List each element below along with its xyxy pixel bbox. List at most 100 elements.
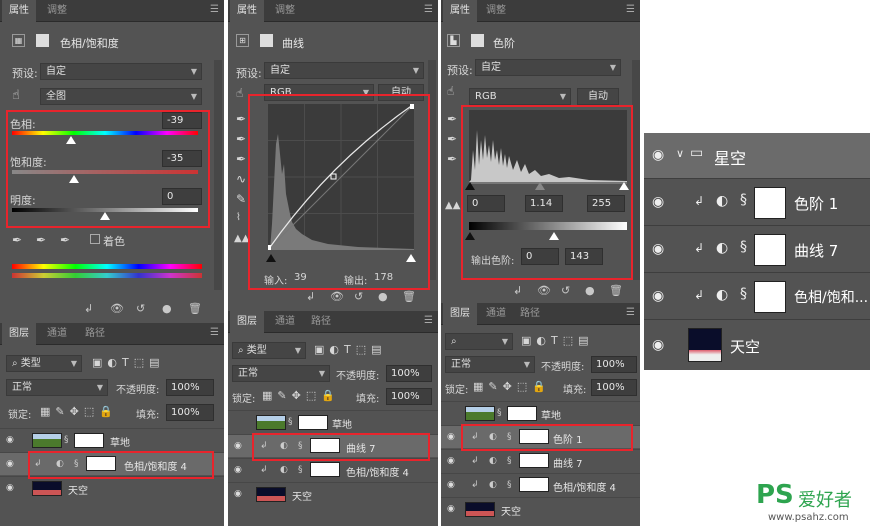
delete-icon[interactable]: 🗑 (402, 290, 416, 303)
delete-icon[interactable]: 🗑 (609, 284, 623, 297)
lock-icons[interactable]: ▦✎✥⬚🔒 (262, 389, 340, 402)
view-previous-icon[interactable]: 👁 (110, 302, 124, 315)
tab-channels[interactable]: 通道 (268, 311, 302, 333)
colorize-checkbox[interactable] (90, 234, 100, 244)
reset-icon[interactable]: ↺ (561, 284, 570, 297)
mask-icon[interactable] (36, 34, 49, 47)
link-icon[interactable]: § (298, 465, 303, 475)
tab-properties[interactable]: 属性 (230, 0, 264, 22)
tab-layers[interactable]: 图层 (443, 303, 477, 325)
layer-row-sky[interactable]: ◉ 天空 (0, 476, 224, 499)
fill-field[interactable]: 100% (166, 404, 214, 421)
layer-row-sky[interactable]: ◉ 天空 (228, 482, 438, 505)
eyedropper-plus-icon[interactable]: ✒ (36, 233, 46, 247)
link-icon[interactable]: § (507, 480, 512, 490)
layer-row-hue-sat[interactable]: ◉ ↲ ◐ § 色相/饱和度 4 (441, 473, 640, 496)
eye-icon[interactable]: ◉ (652, 241, 664, 257)
hand-tool-icon[interactable]: ☝ (12, 88, 20, 103)
blend-mode-select[interactable]: 正常 ▼ (445, 356, 535, 373)
filter-icons[interactable]: ▣◐T⬚▤ (92, 356, 165, 369)
tab-properties[interactable]: 属性 (443, 0, 477, 22)
eyedropper-gray-icon[interactable]: ✒ (447, 132, 457, 146)
lock-icons[interactable]: ▦✎✥⬚🔒 (40, 405, 118, 418)
tab-paths[interactable]: 路径 (78, 323, 112, 345)
target-adjust-icon[interactable]: ☝ (447, 84, 454, 98)
eye-icon[interactable]: ◉ (652, 337, 664, 353)
opacity-field[interactable]: 100% (386, 365, 432, 382)
eyedropper-white-icon[interactable]: ✒ (236, 152, 246, 166)
fill-field[interactable]: 100% (591, 379, 637, 396)
link-icon[interactable]: § (507, 456, 512, 466)
scrollbar[interactable] (214, 60, 222, 290)
tab-layers[interactable]: 图层 (2, 323, 36, 345)
panel-menu-icon[interactable]: ☰ (424, 4, 433, 15)
auto-button[interactable]: 自动 (577, 88, 619, 105)
panel-menu-icon[interactable]: ☰ (626, 4, 635, 15)
eye-icon[interactable]: ◉ (447, 456, 455, 466)
eye-icon[interactable]: ◉ (234, 489, 242, 499)
target-adjust-icon[interactable]: ☝ (236, 86, 243, 100)
filter-type-select[interactable]: ⌕ ▼ (445, 333, 513, 350)
filter-type-select[interactable]: ⌕ 类型 ▼ (6, 355, 82, 372)
link-icon[interactable]: § (64, 435, 69, 445)
layer-row-grass[interactable]: § 草地 (441, 401, 640, 424)
visibility-icon[interactable]: ● (378, 290, 388, 303)
curve-point-tool-icon[interactable]: ∿ (236, 172, 246, 186)
clip-to-layer-icon[interactable]: ↲ (513, 284, 522, 297)
eyedropper-icon[interactable]: ✒ (12, 233, 22, 247)
visibility-icon[interactable]: ● (162, 302, 172, 315)
preset-select[interactable]: 自定 ▼ (475, 59, 621, 76)
eyedropper-black-icon[interactable]: ✒ (447, 112, 457, 126)
link-icon[interactable]: § (740, 239, 747, 255)
scrollbar[interactable] (632, 60, 640, 280)
layer-row-sky[interactable]: ◉ 天空 (441, 497, 640, 520)
tab-adjustments[interactable]: 调整 (40, 0, 74, 22)
filter-icons[interactable]: ▣◐T⬚▤ (314, 343, 387, 356)
fill-field[interactable]: 100% (386, 388, 432, 405)
pencil-icon[interactable]: ✎ (236, 192, 246, 206)
chevron-down-icon[interactable]: ∨ (676, 147, 684, 160)
eye-icon[interactable]: ◉ (234, 465, 242, 475)
smooth-icon[interactable]: ⌇ (236, 212, 241, 223)
eye-icon[interactable]: ◉ (6, 483, 14, 493)
tab-adjustments[interactable]: 调整 (268, 0, 302, 22)
panel-menu-icon[interactable]: ☰ (626, 307, 635, 318)
layer-row-grass[interactable]: § 草地 (228, 410, 438, 433)
link-icon[interactable]: § (740, 286, 747, 302)
eye-icon[interactable]: ◉ (447, 504, 455, 514)
view-previous-icon[interactable]: 👁 (537, 284, 551, 297)
layer-row-curves[interactable]: ◉ ↲ ◐ § 曲线 7 (441, 449, 640, 472)
clip-to-layer-icon[interactable]: ↲ (84, 302, 93, 315)
mask-icon[interactable] (471, 34, 484, 47)
zoom-layer-row[interactable]: ◉ ↲ ◐ § 色相/饱和... (644, 274, 870, 320)
tab-layers[interactable]: 图层 (230, 311, 264, 333)
eye-icon[interactable]: ◉ (6, 435, 14, 445)
eyedropper-minus-icon[interactable]: ✒ (60, 233, 70, 247)
blend-mode-select[interactable]: 正常 ▼ (232, 365, 330, 382)
delete-icon[interactable]: 🗑 (188, 302, 202, 315)
clipping-warning-icon[interactable]: ▲▲ (445, 200, 460, 211)
panel-menu-icon[interactable]: ☰ (210, 327, 219, 338)
eye-icon[interactable]: ◉ (234, 441, 242, 451)
preset-select[interactable]: 自定 ▼ (40, 63, 202, 80)
blend-mode-select[interactable]: 正常 ▼ (6, 379, 108, 396)
panel-menu-icon[interactable]: ☰ (210, 4, 219, 15)
tab-paths[interactable]: 路径 (304, 311, 338, 333)
tab-paths[interactable]: 路径 (513, 303, 547, 325)
eyedropper-gray-icon[interactable]: ✒ (236, 132, 246, 146)
preset-select[interactable]: 自定 ▼ (264, 62, 424, 79)
tab-properties[interactable]: 属性 (2, 0, 36, 22)
view-previous-icon[interactable]: 👁 (330, 290, 344, 303)
visibility-icon[interactable]: ● (585, 284, 595, 297)
eyedropper-black-icon[interactable]: ✒ (236, 112, 246, 126)
mask-icon[interactable] (260, 34, 273, 47)
eye-icon[interactable]: ◉ (447, 432, 455, 442)
eyedropper-white-icon[interactable]: ✒ (447, 152, 457, 166)
clip-to-layer-icon[interactable]: ↲ (306, 290, 315, 303)
opacity-field[interactable]: 100% (591, 356, 637, 373)
tab-channels[interactable]: 通道 (40, 323, 74, 345)
reset-icon[interactable]: ↺ (354, 290, 363, 303)
zoom-layer-row[interactable]: ◉ ↲ ◐ § 色阶 1 (644, 180, 870, 226)
filter-type-select[interactable]: ⌕ 类型 ▼ (232, 342, 306, 359)
eye-icon[interactable]: ◉ (447, 480, 455, 490)
